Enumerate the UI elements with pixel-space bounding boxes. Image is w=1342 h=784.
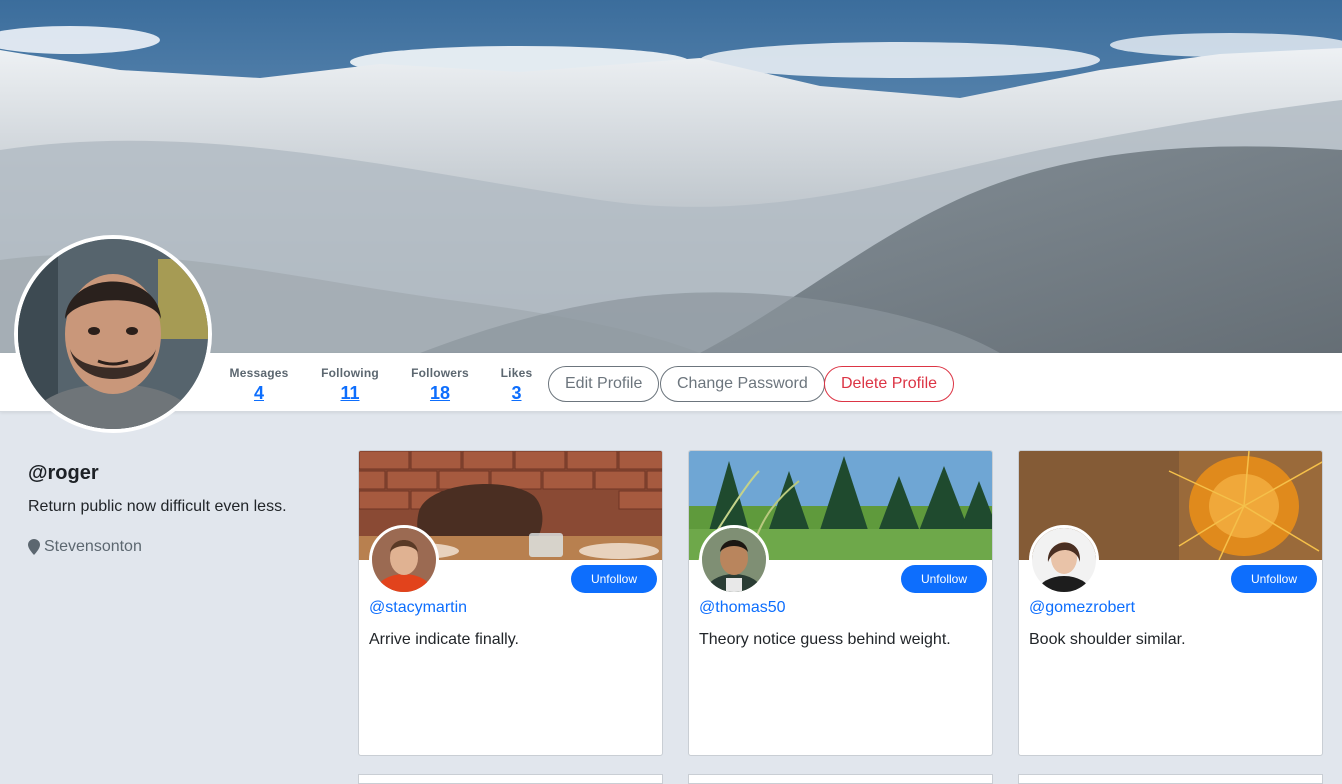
stat-messages: Messages 4 — [228, 366, 290, 404]
following-card: Unfollow @thomas50 Theory notice guess b… — [688, 450, 993, 756]
card-handle-link[interactable]: @stacymartin — [369, 599, 467, 617]
location-text: Stevensonton — [44, 538, 142, 555]
following-card: Unfollow @gomezrobert Book shoulder simi… — [1018, 450, 1323, 756]
profile-username: @roger — [28, 462, 99, 484]
card-handle-link[interactable]: @thomas50 — [699, 599, 786, 617]
card-avatar — [699, 525, 769, 595]
card-bio: Arrive indicate finally. — [369, 631, 519, 648]
stat-label: Likes — [500, 366, 533, 380]
change-password-button[interactable]: Change Password — [660, 366, 825, 402]
location-pin-icon — [28, 539, 40, 555]
avatar-photo — [702, 528, 766, 592]
avatar-photo — [18, 239, 208, 429]
card-bio: Theory notice guess behind weight. — [699, 631, 951, 648]
card-avatar — [369, 525, 439, 595]
stat-followers: Followers 18 — [410, 366, 470, 404]
card-avatar — [1029, 525, 1099, 595]
stat-following: Following 11 — [320, 366, 380, 404]
stat-label: Messages — [229, 366, 289, 380]
stat-label: Followers — [411, 366, 469, 380]
card-bio: Book shoulder similar. — [1029, 631, 1186, 648]
unfollow-button[interactable]: Unfollow — [900, 565, 987, 593]
unfollow-button[interactable]: Unfollow — [1230, 565, 1317, 593]
profile-location: Stevensonton — [28, 538, 142, 556]
followers-count-link[interactable]: 18 — [410, 383, 470, 404]
following-card-partial — [688, 774, 993, 784]
following-card: Unfollow @stacymartin Arrive indicate fi… — [358, 450, 663, 756]
avatar-photo — [1032, 528, 1096, 592]
following-card-partial — [358, 774, 663, 784]
delete-profile-button[interactable]: Delete Profile — [824, 366, 955, 402]
profile-bio: Return public now difficult even less. — [28, 498, 287, 515]
edit-profile-button[interactable]: Edit Profile — [548, 366, 660, 402]
following-count-link[interactable]: 11 — [320, 383, 380, 404]
following-card-partial — [1018, 774, 1323, 784]
messages-count-link[interactable]: 4 — [228, 383, 290, 404]
stat-likes: Likes 3 — [500, 366, 533, 404]
card-handle-link[interactable]: @gomezrobert — [1029, 599, 1135, 617]
unfollow-button[interactable]: Unfollow — [570, 565, 657, 593]
stat-label: Following — [321, 366, 379, 380]
avatar-photo — [372, 528, 436, 592]
profile-avatar — [14, 235, 212, 433]
likes-count-link[interactable]: 3 — [500, 383, 533, 404]
